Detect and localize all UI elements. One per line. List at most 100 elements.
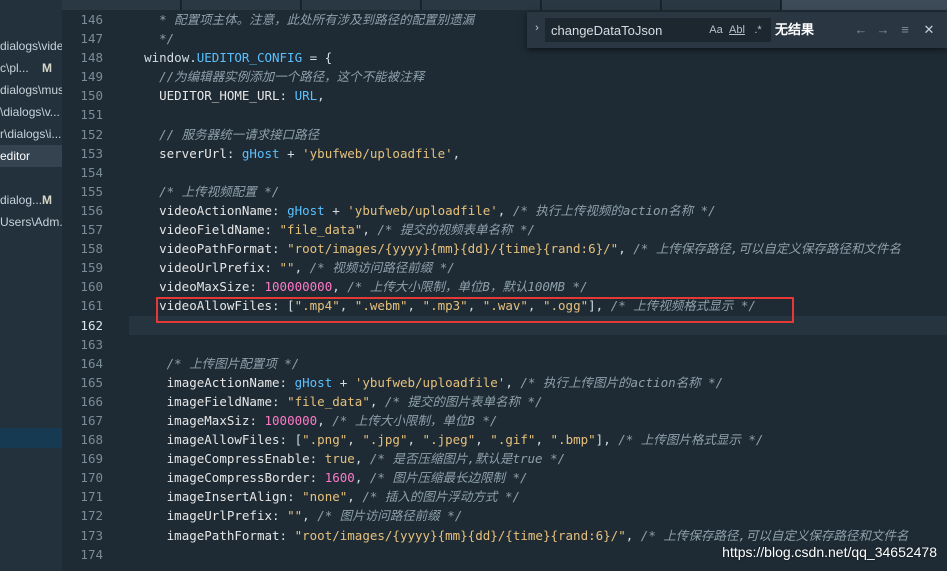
sidebar-item[interactable]: dialog... M [0,189,62,211]
sidebar-item-label: c\pl... [0,61,29,75]
sidebar-selection-marker [0,428,62,448]
code-line: /* 上传视频配置 */ [129,182,947,201]
code-token: "root/images/{yyyy}{mm}{dd}/{time}{rand:… [294,527,626,543]
code-comment: /* 上传保存路径,可以自定义保存路径和文件名 [640,527,909,543]
editor-tab[interactable] [542,0,661,10]
code-comment: /* 提交的图片表单名称 */ [384,393,543,409]
find-widget: › Aa Abl .* 无结果 ← → ≡ ✕ [527,12,947,48]
watermark-url: https://blog.csdn.net/qq_34652478 [722,544,937,560]
sidebar-item[interactable]: c\pl... M [0,57,62,79]
line-number: 155 [80,183,103,199]
sidebar-item[interactable]: \dialogs\v... [0,101,62,123]
code-token: 100000000 [264,279,333,295]
code-token: ".jpg" [362,432,408,448]
line-number: 152 [80,126,103,142]
sidebar-item-label: dialogs\video [0,39,62,53]
close-icon[interactable]: ✕ [920,21,938,39]
line-number: 150 [80,88,103,104]
code-token: videoMaxSize [159,279,250,295]
editor-tab[interactable] [422,0,541,10]
code-token: , [618,241,634,257]
code-line-highlighted: videoAllowFiles: [".mp4", ".webm", ".mp3… [129,296,947,315]
editor-tab[interactable] [62,0,181,10]
code-token: , [467,298,483,314]
code-comment: //为编辑器实例添加一个路径，这个不能被注释 [159,69,425,85]
line-number: 154 [80,164,103,180]
code-token: "" [279,260,295,276]
code-comment: /* 视频访问路径前缀 */ [309,260,455,276]
find-result-count: 无结果 [775,22,815,37]
sidebar-item[interactable]: r\dialogs\i... [0,123,62,145]
sidebar-item-label: dialog... [0,193,43,207]
code-token: , [339,298,355,314]
sidebar-item[interactable]: dialogs\music [0,79,62,101]
code-token: + [332,374,355,390]
previous-match-icon[interactable]: ← [852,21,870,39]
editor-tab-active[interactable] [782,0,947,10]
code-line: videoFieldName: "file_data", /* 提交的视频表单名… [129,220,947,239]
code-line: // 服务器统一请求接口路径 [129,125,947,144]
code-token: gHost [294,374,333,390]
code-token: , [527,298,543,314]
code-comment: // 服务器统一请求接口路径 [159,126,320,142]
code-token: videoPathFormat [159,241,272,257]
line-number: 147 [80,31,103,47]
line-number: 148 [80,50,103,66]
code-line: imageCompressEnable: true, /* 是否压缩图片,默认是… [129,449,947,468]
line-number: 160 [80,279,103,295]
code-comment: /* 上传大小限制，单位B，默认100MB */ [347,279,588,295]
code-token: true [324,451,355,467]
code-token: ".webm" [354,298,408,314]
code-token: , [369,393,385,409]
sidebar-item[interactable]: Users\Adm... [0,211,62,233]
code-token: , [535,432,551,448]
line-number: 164 [80,355,103,371]
code-token: videoActionName [159,202,272,218]
code-token: , [317,412,333,428]
code-token: "none" [302,489,348,505]
line-number: 161 [80,298,103,314]
sidebar-item-active[interactable]: editor [0,145,62,167]
line-number: 163 [80,336,103,352]
editor-tab[interactable] [182,0,301,10]
code-token: imageCompressEnable [166,451,310,467]
code-token: , [302,508,318,524]
line-number: 153 [80,145,103,161]
line-number: 159 [80,260,103,276]
match-whole-word-button[interactable]: Abl [728,22,746,38]
code-token: window. [144,50,197,66]
code-line: imageActionName: gHost + 'ybufweb/upload… [129,373,947,392]
code-line: //为编辑器实例添加一个路径，这个不能被注释 [129,67,947,86]
find-replace-toggle-icon[interactable]: › [531,22,543,38]
code-token: ".jpeg" [422,432,476,448]
sidebar-item-label: editor [0,149,31,163]
editor-tab[interactable] [662,0,781,10]
code-line: videoActionName: gHost + 'ybufweb/upload… [129,201,947,220]
code-token: : [272,508,288,524]
regex-button[interactable]: .* [751,22,765,38]
code-editor[interactable]: * 配置项主体。注意，此处所有涉及到路径的配置别遗漏 */ window.UED… [129,10,947,571]
code-token: , [407,298,423,314]
code-comment: /* 上传大小限制，单位B */ [332,412,498,428]
code-token: : [ [272,298,295,314]
code-token: , [317,88,325,104]
sidebar-top-spacer [0,0,62,35]
code-token: ".bmp" [550,432,596,448]
code-token: ".ogg" [542,298,589,314]
code-line-current [129,315,947,335]
code-token: , [452,145,461,161]
find-in-selection-icon[interactable]: ≡ [896,21,914,39]
line-number: 166 [80,393,103,409]
line-number: 174 [80,546,103,562]
code-comment: /* 提交的视频表单名称 */ [377,222,536,238]
code-comment: /* 上传保存路径,可以自定义保存路径和文件名 [633,241,901,257]
match-case-button[interactable]: Aa [707,22,725,38]
next-match-icon[interactable]: → [874,21,892,39]
sidebar-item[interactable]: dialogs\video [0,35,62,57]
editor-tab[interactable] [302,0,421,10]
code-token: UEDITOR_CONFIG [196,50,303,66]
code-line: /* 上传图片配置项 */ [129,354,947,373]
line-number: 173 [80,527,103,543]
